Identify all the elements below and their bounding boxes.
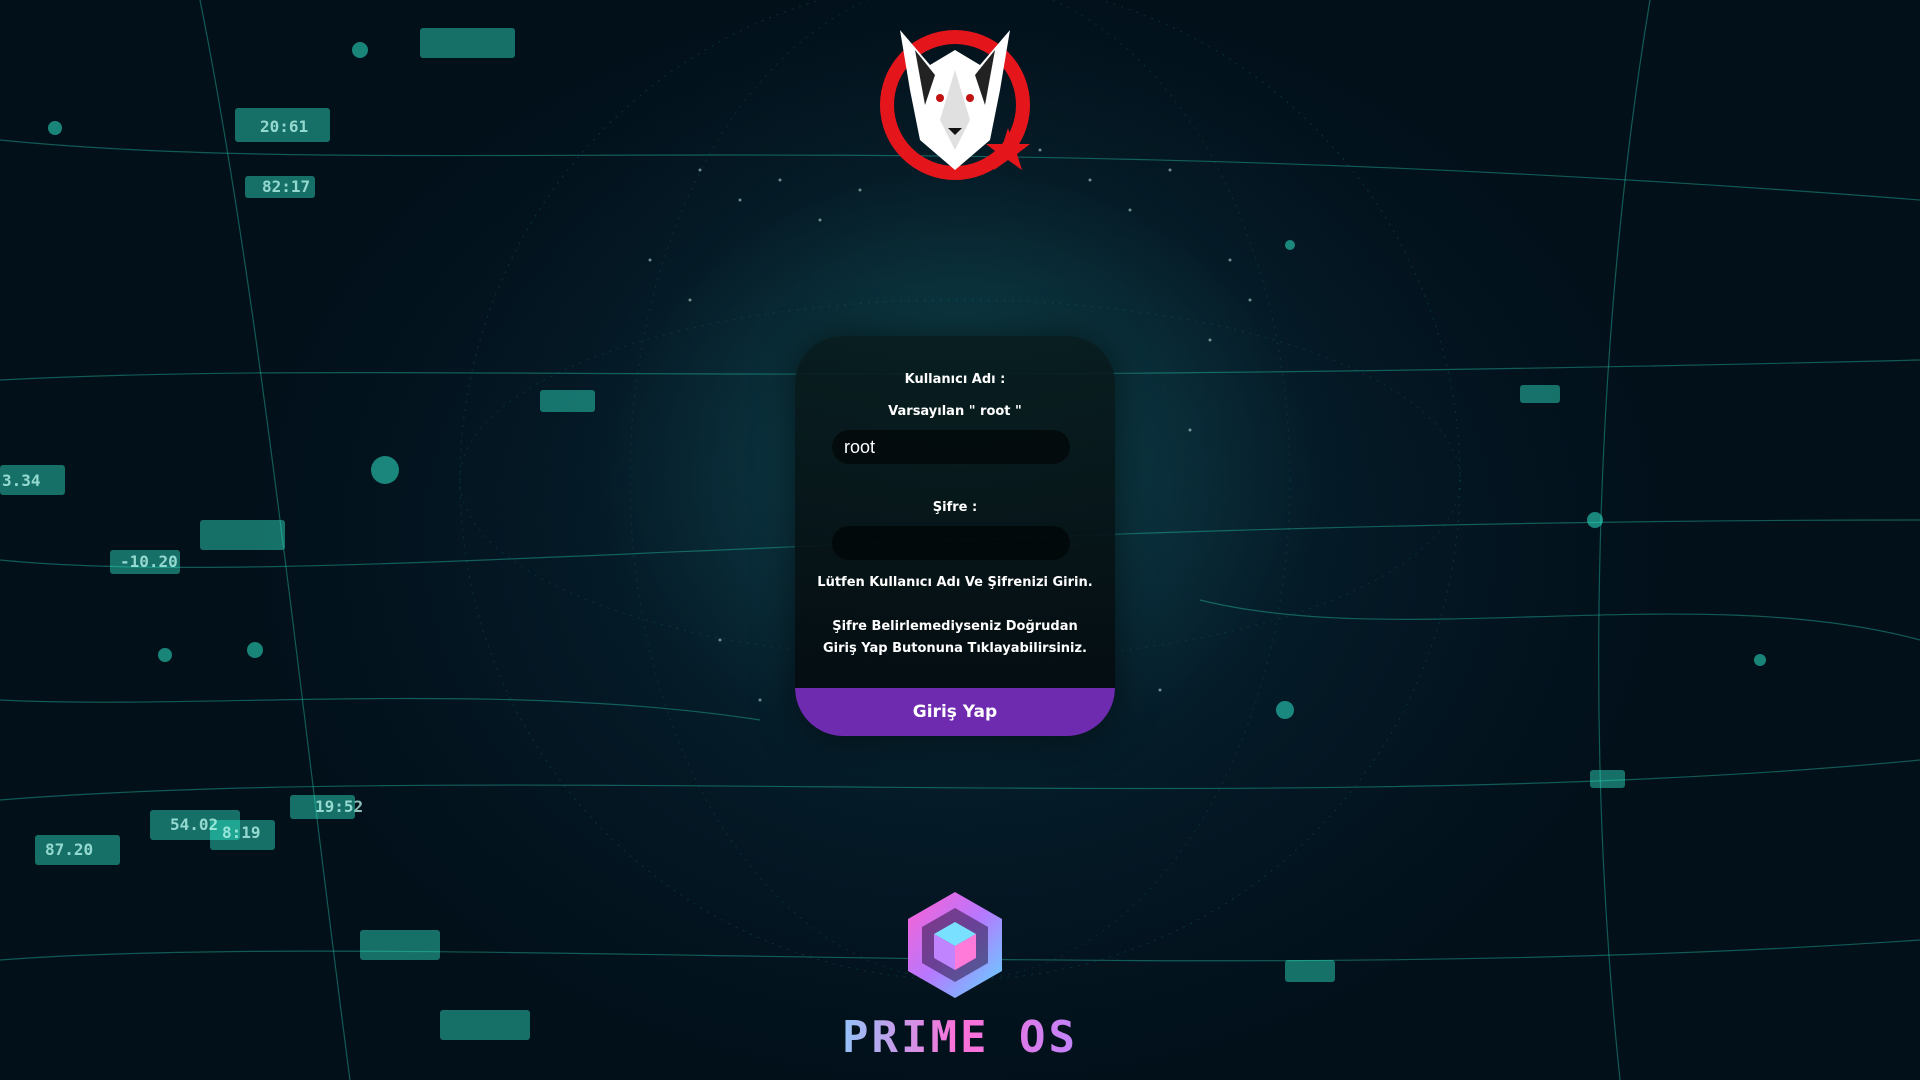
svg-text:8:19: 8:19 — [222, 823, 261, 842]
svg-text:3.34: 3.34 — [2, 471, 41, 490]
password-input[interactable] — [832, 526, 1070, 560]
wolf-emblem-icon — [880, 10, 1040, 200]
note-text: Şifre Belirlemediyseniz Doğrudan Giriş Y… — [823, 619, 1087, 656]
product-name: PRIME OS — [820, 1012, 1100, 1063]
password-label: Şifre : — [932, 500, 978, 515]
login-card: Kullanıcı Adı : Varsayılan " root " Şifr… — [795, 336, 1115, 736]
username-input[interactable] — [832, 430, 1070, 464]
username-label: Kullanıcı Adı : — [904, 372, 1006, 387]
svg-text:20:61: 20:61 — [260, 117, 308, 136]
svg-text:87.20: 87.20 — [45, 840, 93, 859]
svg-text:19:52: 19:52 — [315, 797, 363, 816]
svg-text:82:17: 82:17 — [262, 177, 310, 196]
instruction-text: Lütfen Kullanıcı Adı Ve Şifrenizi Girin. — [817, 575, 1093, 590]
prime-os-cube-icon — [900, 890, 1010, 1000]
svg-text:54.02: 54.02 — [170, 815, 218, 834]
login-button[interactable]: Giriş Yap — [795, 688, 1115, 736]
svg-text:-10.20: -10.20 — [120, 552, 178, 571]
username-hint: Varsayılan " root " — [888, 404, 1022, 419]
